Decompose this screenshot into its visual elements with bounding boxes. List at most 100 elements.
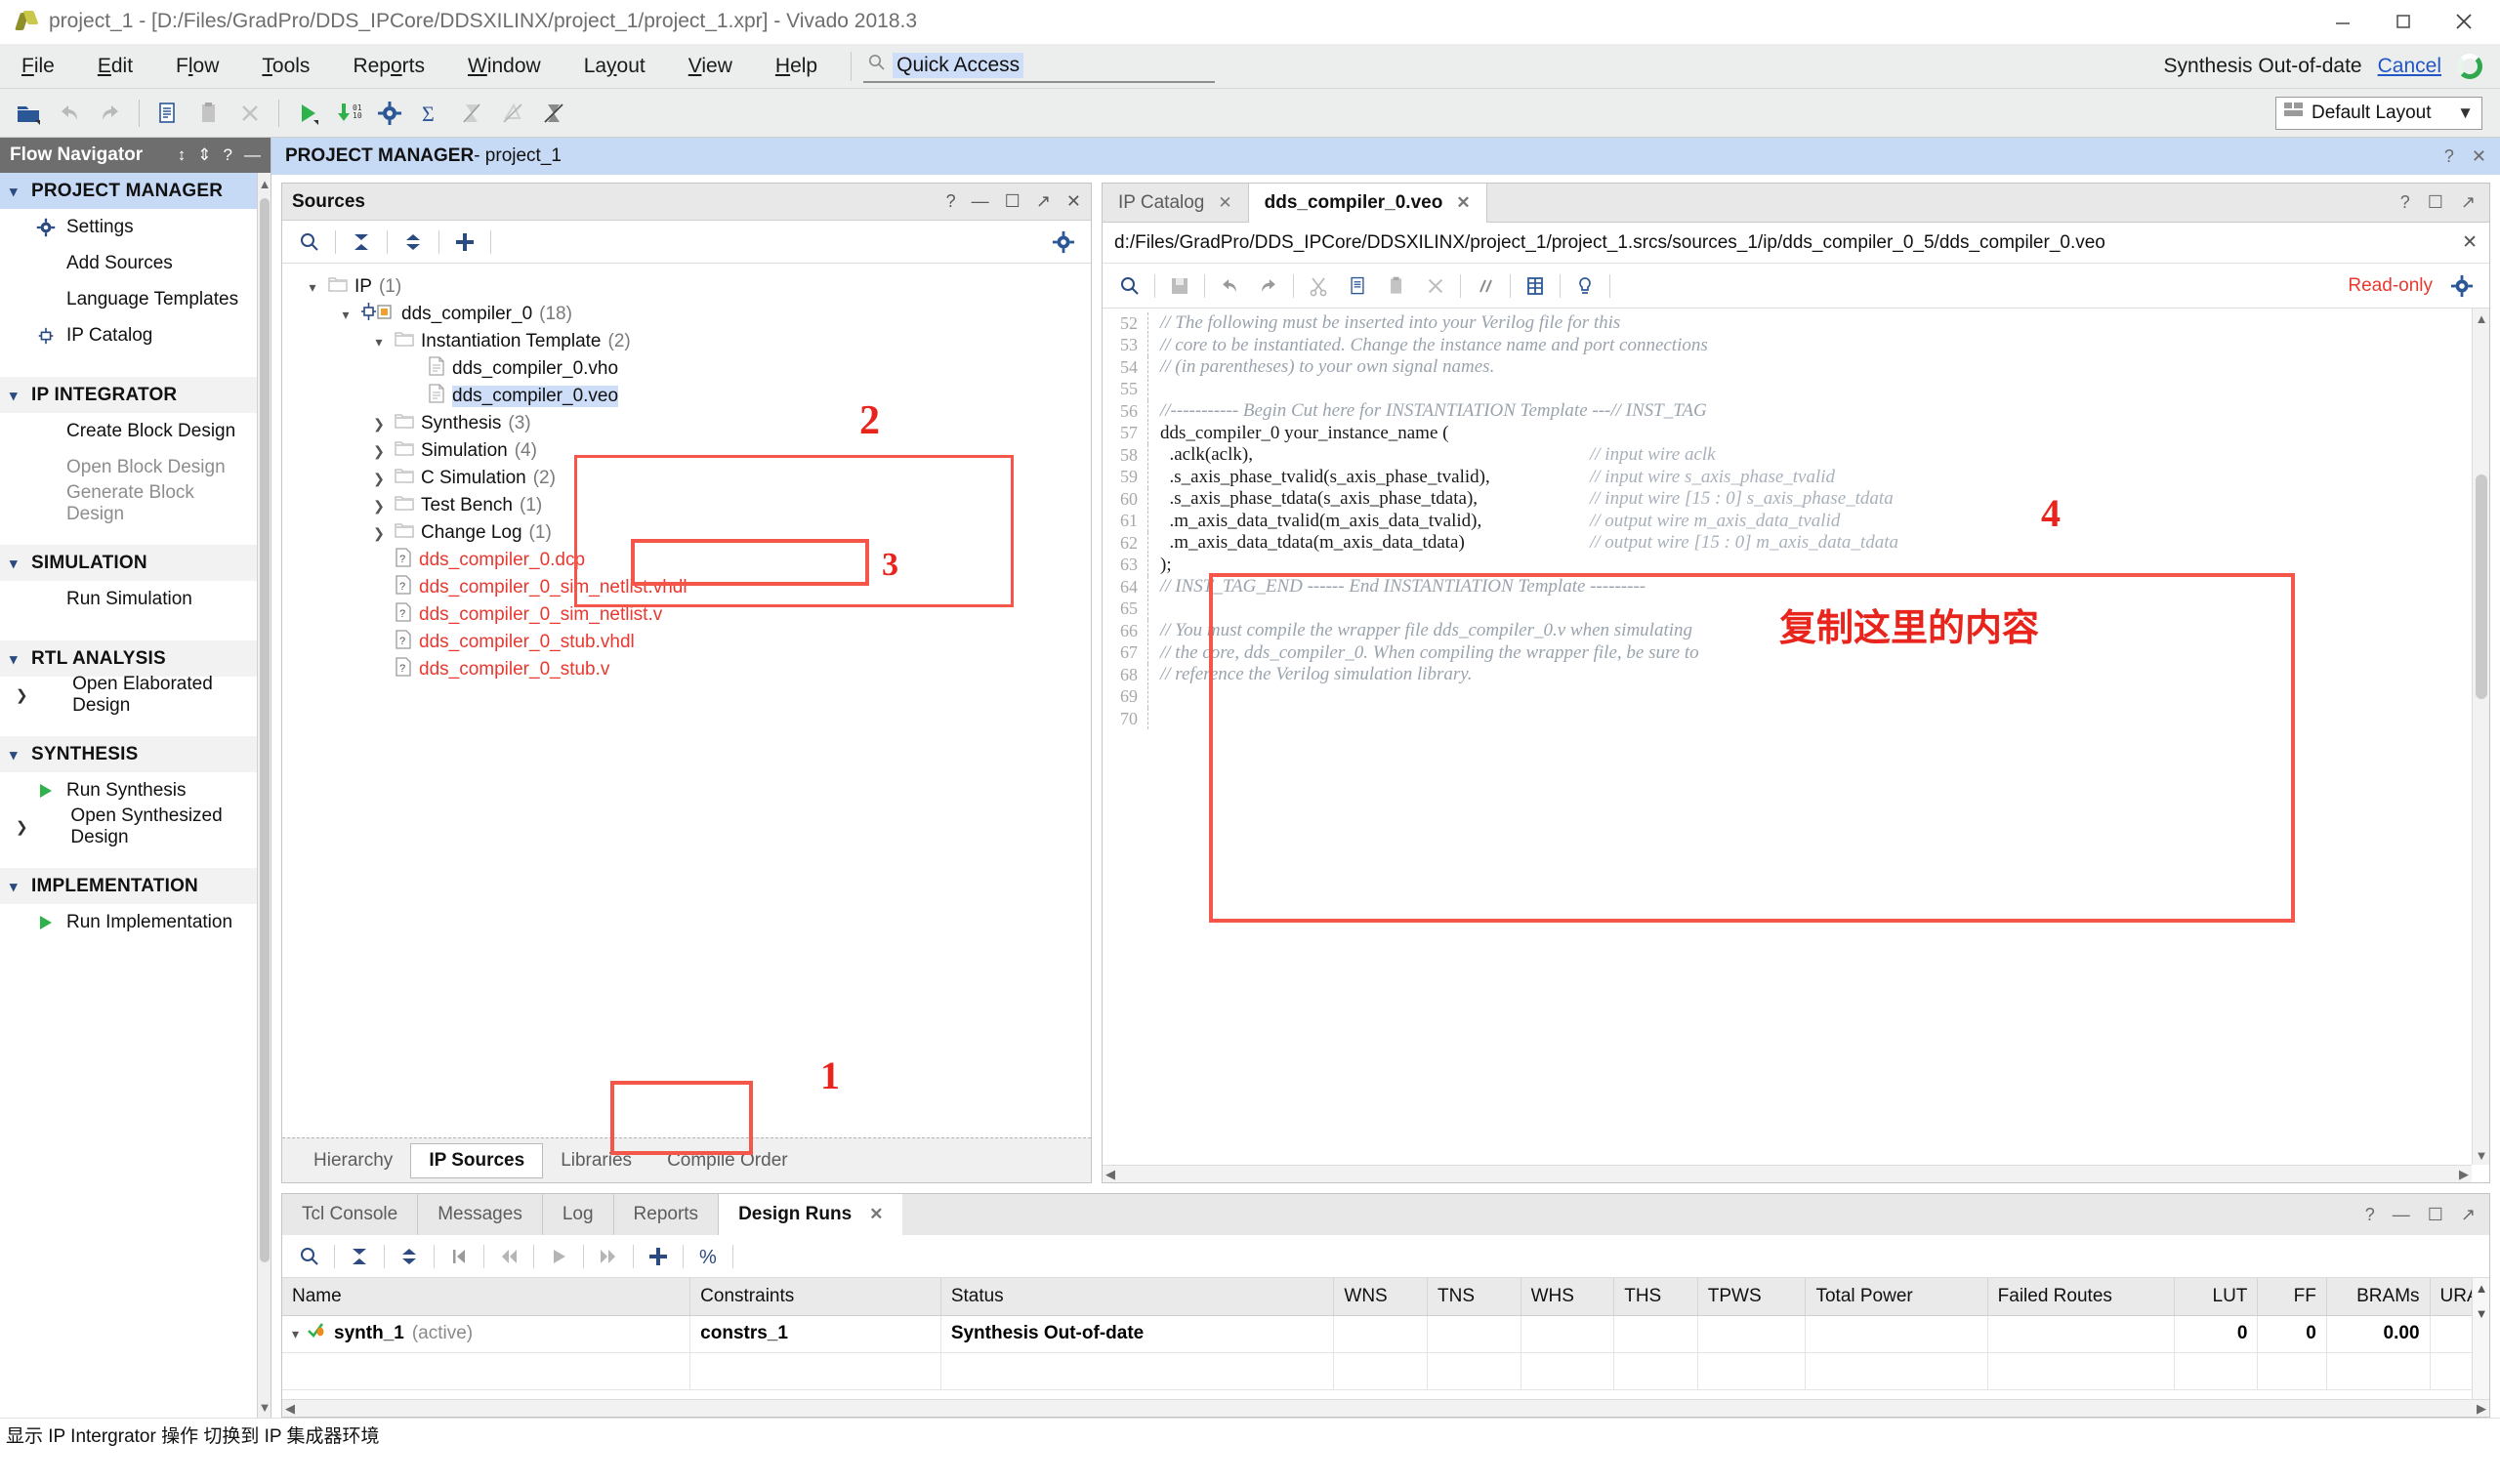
sources-settings-gear-icon[interactable] — [1044, 226, 1083, 259]
editor-settings-gear-icon[interactable] — [2442, 269, 2481, 303]
flow-item-run-simulation[interactable]: Run Simulation — [0, 581, 257, 617]
pm-help-icon[interactable]: ? — [2444, 146, 2454, 167]
close-icon[interactable]: ✕ — [1456, 193, 1470, 213]
editor-copy-icon[interactable] — [1338, 269, 1377, 303]
tree-node[interactable]: ?dds_compiler_0_sim_netlist.vhdl — [282, 574, 1091, 601]
bottom-tab-design-runs[interactable]: Design Runs✕ — [719, 1194, 902, 1235]
column-header-name[interactable]: Name — [282, 1278, 690, 1315]
sigma-icon[interactable]: Σ — [410, 93, 451, 134]
program-device-icon[interactable]: 0110 — [328, 93, 369, 134]
editor-undo-icon[interactable] — [1210, 269, 1249, 303]
close-icon[interactable]: ✕ — [1218, 193, 1231, 213]
editor-float-icon[interactable]: ↗ — [2461, 192, 2476, 213]
menu-view[interactable]: View — [667, 44, 754, 89]
runs-next-icon[interactable] — [589, 1240, 628, 1273]
flow-section-synthesis[interactable]: ▾SYNTHESIS — [0, 736, 257, 772]
flow-section-project-manager[interactable]: ▾PROJECT MANAGER — [0, 173, 257, 209]
tree-node[interactable]: dds_compiler_0.vho — [282, 355, 1091, 383]
sources-add-icon[interactable] — [445, 226, 484, 259]
menu-help[interactable]: Help — [754, 44, 839, 89]
editor-path-close-icon[interactable]: ✕ — [2462, 231, 2478, 254]
tree-node[interactable]: ▾IP(1) — [282, 273, 1091, 301]
chevron-down-icon[interactable]: ▾ — [370, 334, 388, 350]
runs-scroll-left-icon[interactable]: ◀ — [285, 1401, 295, 1417]
runs-collapse-all-icon[interactable] — [340, 1240, 379, 1273]
sources-close-icon[interactable]: ✕ — [1066, 191, 1081, 212]
column-header-failed-routes[interactable]: Failed Routes — [1987, 1278, 2174, 1315]
bottom-tab-tcl-console[interactable]: Tcl Console — [282, 1194, 418, 1235]
sources-expand-all-icon[interactable] — [394, 226, 433, 259]
bottom-tab-reports[interactable]: Reports — [614, 1194, 720, 1235]
timing-icon[interactable] — [451, 93, 492, 134]
flow-item-run-implementation[interactable]: Run Implementation — [0, 904, 257, 940]
code-scroll-right-icon[interactable]: ▶ — [2459, 1167, 2469, 1182]
pm-close-icon[interactable]: ✕ — [2472, 146, 2486, 167]
runs-vertical-scrollbar[interactable]: ▲ ▼ — [2472, 1278, 2489, 1399]
redo-icon[interactable] — [90, 93, 131, 134]
flow-section-simulation[interactable]: ▾SIMULATION — [0, 545, 257, 581]
paste-icon[interactable] — [188, 93, 229, 134]
run-icon[interactable] — [287, 93, 328, 134]
column-header-whs[interactable]: WHS — [1521, 1278, 1614, 1315]
flow-item-ip-catalog[interactable]: IP Catalog — [0, 317, 257, 353]
run-name-cell[interactable]: ▾synth_1(active) — [282, 1315, 690, 1352]
runs-scroll-down-icon[interactable]: ▼ — [2473, 1303, 2489, 1323]
flow-item-generate-block-design[interactable]: Generate Block Design — [0, 485, 257, 521]
flow-section-ip-integrator[interactable]: ▾IP INTEGRATOR — [0, 377, 257, 413]
scroll-down-icon[interactable]: ▼ — [258, 1396, 271, 1418]
bottom-tab-log[interactable]: Log — [543, 1194, 614, 1235]
close-icon[interactable] — [2434, 0, 2494, 43]
editor-tab-dds-compiler-0-veo[interactable]: dds_compiler_0.veo✕ — [1248, 184, 1487, 223]
editor-maximize-icon[interactable]: ☐ — [2428, 192, 2443, 213]
copy-icon[interactable] — [147, 93, 188, 134]
chevron-right-icon[interactable]: ❯ — [370, 443, 388, 460]
tree-node[interactable]: ❯Synthesis(3) — [282, 410, 1091, 437]
menu-reports[interactable]: Reports — [331, 44, 446, 89]
tree-node[interactable]: ❯Simulation(4) — [282, 437, 1091, 465]
editor-comment-icon[interactable] — [1466, 269, 1505, 303]
runs-percent-icon[interactable]: % — [688, 1240, 728, 1273]
code-scroll-left-icon[interactable]: ◀ — [1105, 1167, 1115, 1182]
runs-prev-icon[interactable] — [489, 1240, 528, 1273]
flow-item-create-block-design[interactable]: Create Block Design — [0, 413, 257, 449]
sources-tab-ip-sources[interactable]: IP Sources — [410, 1143, 543, 1178]
menu-window[interactable]: Window — [446, 44, 562, 89]
tree-node[interactable]: ▾dds_compiler_0(18) — [282, 301, 1091, 328]
tree-node[interactable]: ?dds_compiler_0_stub.v — [282, 656, 1091, 683]
chevron-right-icon[interactable]: ❯ — [370, 416, 388, 433]
flow-item-language-templates[interactable]: Language Templates — [0, 281, 257, 317]
tree-node[interactable]: ❯C Simulation(2) — [282, 465, 1091, 492]
editor-column-icon[interactable] — [1516, 269, 1555, 303]
runs-first-icon[interactable] — [439, 1240, 479, 1273]
code-lines[interactable]: 52// The following must be inserted into… — [1103, 309, 2472, 1165]
column-header-tns[interactable]: TNS — [1428, 1278, 1521, 1315]
tree-node[interactable]: ▾Instantiation Template(2) — [282, 328, 1091, 355]
expand-all-icon[interactable]: ⇕ — [197, 145, 211, 165]
scroll-thumb[interactable] — [260, 198, 270, 1262]
flow-item-open-elaborated-design[interactable]: ❯Open Elaborated Design — [0, 677, 257, 713]
bottom-help-icon[interactable]: ? — [2365, 1205, 2375, 1225]
editor-delete-icon[interactable] — [1416, 269, 1455, 303]
open-project-icon[interactable] — [8, 93, 49, 134]
code-scroll-thumb[interactable] — [2476, 474, 2487, 699]
column-header-ff[interactable]: FF — [2258, 1278, 2326, 1315]
tree-node[interactable]: ?dds_compiler_0.dcp — [282, 547, 1091, 574]
bottom-minimize-icon[interactable]: — — [2393, 1205, 2410, 1225]
menu-flow[interactable]: Flow — [154, 44, 240, 89]
flow-item-open-synthesized-design[interactable]: ❯Open Synthesized Design — [0, 808, 257, 845]
settings-gear-icon[interactable] — [369, 93, 410, 134]
table-row[interactable]: ▾synth_1(active)constrs_1Synthesis Out-o… — [282, 1315, 2489, 1352]
runs-play-icon[interactable] — [539, 1240, 578, 1273]
drc-icon[interactable] — [492, 93, 533, 134]
help-icon[interactable]: ? — [224, 145, 232, 165]
tree-node[interactable]: ❯Change Log(1) — [282, 519, 1091, 547]
column-header-status[interactable]: Status — [940, 1278, 1334, 1315]
editor-cut-icon[interactable] — [1299, 269, 1338, 303]
column-header-brams[interactable]: BRAMs — [2326, 1278, 2430, 1315]
chevron-down-icon[interactable]: ▾ — [337, 307, 354, 323]
code-scroll-up-icon[interactable]: ▲ — [2473, 309, 2489, 328]
undo-icon[interactable] — [49, 93, 90, 134]
flow-item-add-sources[interactable]: Add Sources — [0, 245, 257, 281]
sources-tab-compile-order[interactable]: Compile Order — [649, 1144, 806, 1177]
editor-find-icon[interactable] — [1110, 269, 1149, 303]
